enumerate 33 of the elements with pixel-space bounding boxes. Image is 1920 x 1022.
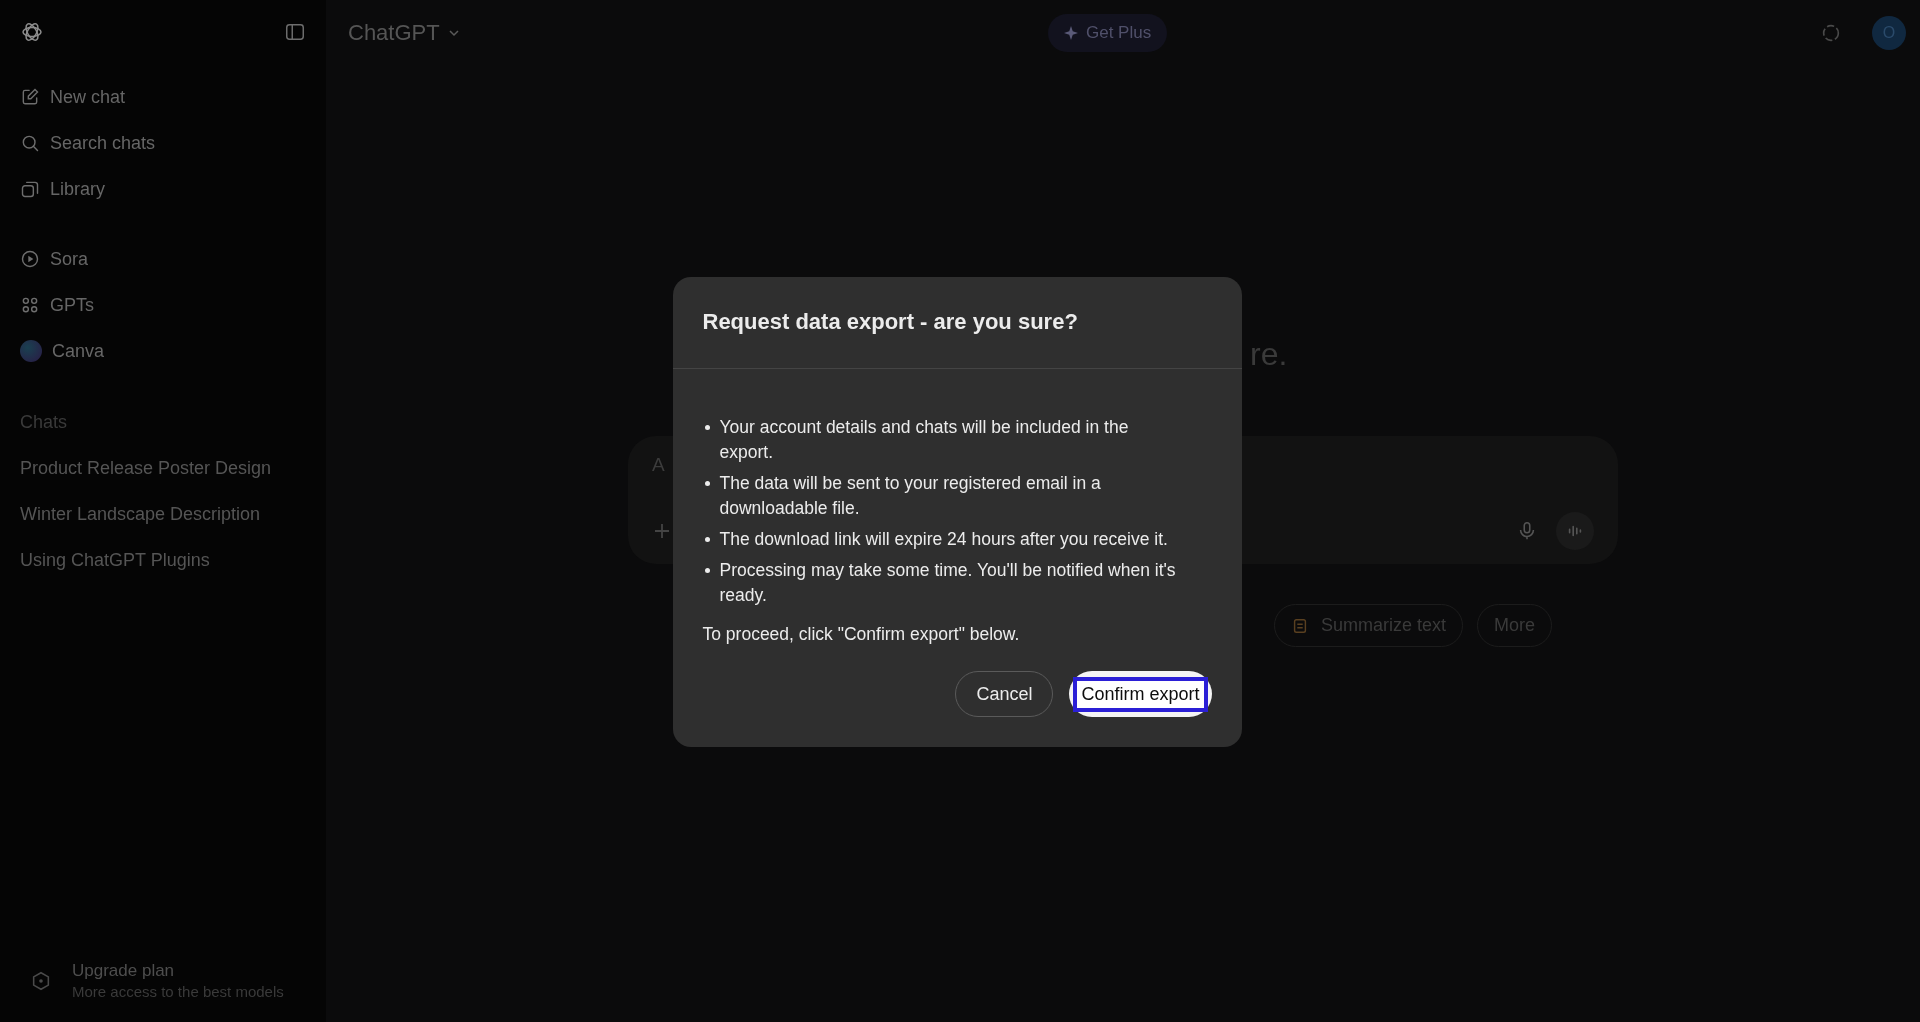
get-plus-button[interactable]: Get Plus (1048, 14, 1168, 52)
chat-item[interactable]: Using ChatGPT Plugins (10, 537, 316, 583)
sidebar-item[interactable]: Search chats (10, 120, 316, 166)
bullet-text: Your account details and chats will be included in the export. (702, 415, 1182, 465)
plus-icon[interactable] (652, 521, 672, 541)
pencil-icon (20, 87, 40, 107)
upgrade-title: Upgrade plan (72, 961, 176, 981)
sidebar-item[interactable]: New chat (10, 74, 316, 120)
sidebar-item[interactable]: Sora (10, 236, 316, 282)
temporary-chat-icon[interactable] (1820, 22, 1842, 44)
dialog-note: To proceed, click "Confirm export" below. (702, 624, 1021, 645)
bullet-text: The download link will expire 24 hours after you receive it. (702, 527, 1182, 552)
images-icon (20, 179, 40, 199)
sidebar-item[interactable]: Canva (10, 328, 316, 374)
sidebar-item[interactable]: GPTs (10, 282, 316, 328)
sparkle-icon (1064, 26, 1078, 40)
sidebar-toggle-icon[interactable] (284, 21, 306, 43)
play-icon (20, 249, 40, 269)
bullet-text: The data will be sent to your registered email in a downloadable file. (702, 471, 1182, 521)
sidebar-item[interactable]: Library (10, 166, 316, 212)
confirm-button[interactable]: Confirm export (1069, 671, 1212, 717)
chat-item[interactable]: Product Release Poster Design (10, 445, 316, 491)
hexagon-icon (30, 969, 52, 992)
chat-item[interactable]: Winter Landscape Description (10, 491, 316, 537)
grid-icon (20, 295, 40, 315)
bullet-text: Processing may take some time. You'll be notified when it's ready. (702, 558, 1182, 608)
voice-mode-button[interactable] (1556, 512, 1594, 550)
chevron-down-icon (447, 27, 460, 39)
app-icon (20, 340, 42, 362)
logo-icon[interactable] (20, 20, 44, 44)
model-selector[interactable]: ChatGPT (338, 14, 470, 52)
search-icon (20, 133, 40, 153)
dialog-title: Request data export - are you sure? (672, 277, 1242, 369)
